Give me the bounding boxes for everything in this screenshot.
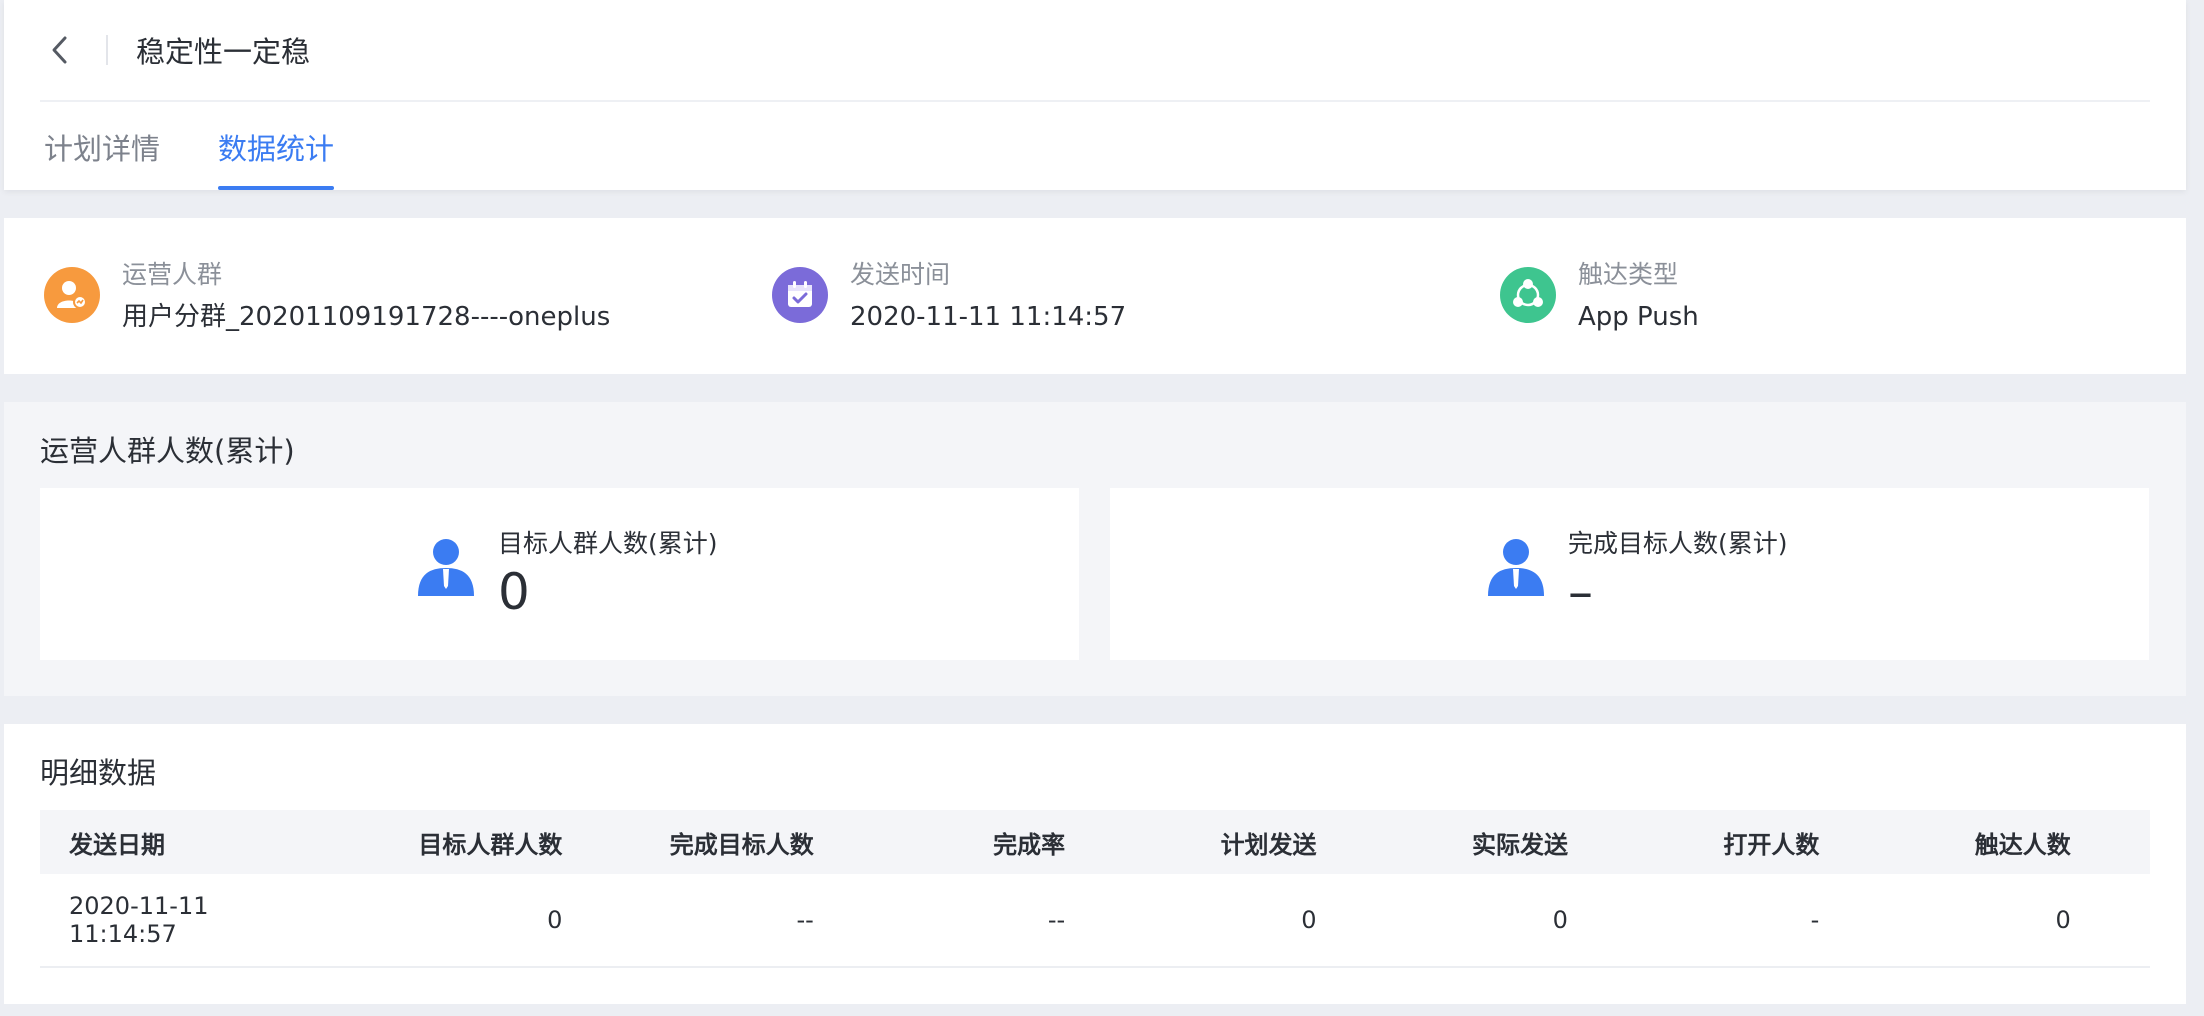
cell-target-audience: 0 — [547, 906, 563, 934]
info-reach-type: 触达类型 App Push — [1500, 258, 1699, 334]
cell-completed-target: -- — [796, 906, 814, 934]
table-header: 发送日期 目标人群人数 完成目标人数 完成率 计划发送 实际发送 打开人数 触达… — [40, 810, 2150, 874]
info-reach-type-value: App Push — [1578, 302, 1699, 332]
tab-bar: 计划详情 数据统计 — [44, 104, 392, 190]
column-header-send-date: 发送日期 — [69, 830, 165, 859]
cell-actual-send: 0 — [1552, 906, 1568, 934]
column-header-actual-send: 实际发送 — [1471, 830, 1568, 859]
cell-planned-send: 0 — [1301, 906, 1317, 934]
cell-opens: - — [1810, 906, 1820, 934]
cell-reached: 0 — [2055, 906, 2071, 934]
metric-target-label: 目标人群人数(累计) — [498, 529, 718, 558]
column-header-target-audience: 目标人群人数 — [418, 830, 563, 859]
column-header-completed-target: 完成目标人数 — [669, 830, 814, 859]
metric-target-content: 目标人群人数(累计) 0 — [416, 528, 718, 620]
column-header-reached: 触达人数 — [1974, 830, 2071, 859]
info-card: 运营人群 用户分群_20201109191728----oneplus 发送时间… — [4, 218, 2186, 374]
header-card: 稳定性一定稳 计划详情 数据统计 — [4, 0, 2186, 190]
info-reach-type-label: 触达类型 — [1578, 260, 1679, 289]
cell-completion-rate: -- — [1047, 906, 1066, 934]
metric-completed-value: – — [1568, 563, 1593, 621]
metrics-section: 运营人群人数(累计) 目标人群人数(累计) 0 完成目标人数(累计) – — [4, 402, 2186, 696]
column-header-planned-send: 计划发送 — [1220, 830, 1317, 859]
column-header-opens: 打开人数 — [1723, 830, 1820, 859]
metric-completed-label: 完成目标人数(累计) — [1568, 529, 1788, 558]
person-icon — [418, 539, 474, 596]
column-header-completion-rate: 完成率 — [993, 830, 1066, 859]
info-audience: 运营人群 用户分群_20201109191728----oneplus — [44, 258, 610, 334]
page-title: 稳定性一定稳 — [136, 35, 311, 69]
info-audience-value: 用户分群_20201109191728----oneplus — [122, 302, 611, 332]
metric-card-completed: 完成目标人数(累计) – — [1110, 488, 2149, 660]
info-send-time-label: 发送时间 — [850, 260, 951, 289]
cell-send-date: 2020-11-11 11:14:57 — [69, 892, 209, 948]
metric-completed-content: 完成目标人数(累计) – — [1486, 528, 1788, 620]
person-icon — [1488, 539, 1544, 596]
detail-section-title: 明细数据 — [40, 756, 157, 790]
detail-table: 发送日期 目标人群人数 完成目标人数 完成率 计划发送 实际发送 打开人数 触达… — [40, 810, 2150, 968]
metric-target-value: 0 — [498, 563, 530, 621]
calendar-check-icon — [772, 267, 828, 323]
tab-data-statistics[interactable]: 数据统计 — [218, 104, 335, 190]
detail-section: 明细数据 发送日期 目标人群人数 完成目标人数 完成率 计划发送 实际发送 打开… — [4, 724, 2186, 1004]
metrics-section-title: 运营人群人数(累计) — [40, 434, 295, 468]
tab-plan-details[interactable]: 计划详情 — [44, 104, 160, 190]
back-button[interactable] — [40, 25, 80, 75]
chevron-left-icon — [52, 36, 67, 64]
share-icon — [1500, 267, 1556, 323]
title-bar: 稳定性一定稳 — [40, 0, 2150, 102]
info-send-time: 发送时间 2020-11-11 11:14:57 — [772, 258, 1126, 334]
info-send-time-value: 2020-11-11 11:14:57 — [850, 302, 1127, 332]
metric-card-target: 目标人群人数(累计) 0 — [40, 488, 1079, 660]
user-group-icon — [44, 267, 100, 323]
title-divider — [106, 35, 108, 65]
table-row: 2020-11-11 11:14:57 0 -- -- 0 0 - 0 — [40, 874, 2150, 968]
info-audience-label: 运营人群 — [122, 260, 223, 289]
